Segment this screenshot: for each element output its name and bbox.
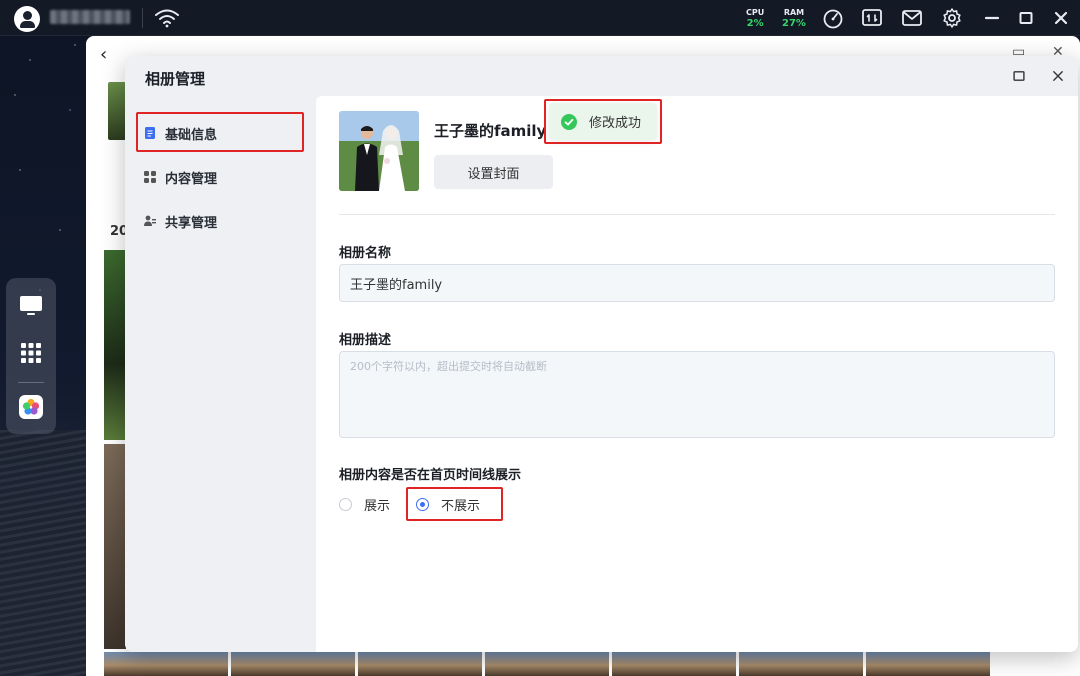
nav-item-share-management[interactable]: 共享管理 [143,207,217,235]
gear-icon[interactable] [941,7,963,29]
back-arrow-icon[interactable]: ‹ [100,44,107,65]
highlight-box [136,112,304,152]
monitor-chart-icon[interactable] [861,7,883,29]
album-management-dialog: 相册管理 基础信息 内容管理 共享管理 王子墨的family 设置封面 修改成功… [125,56,1078,652]
nav-item-content-management[interactable]: 内容管理 [143,163,217,191]
album-name-label: 相册名称 [339,246,392,261]
radio-show-circle[interactable] [339,497,352,511]
share-icon [143,214,157,228]
album-thumbnail[interactable] [108,82,126,140]
album-description-input[interactable] [339,351,1055,438]
wifi-icon[interactable] [154,8,180,28]
photo-thumb[interactable] [231,652,355,676]
monitor-icon[interactable] [18,292,44,318]
apps-grid-icon[interactable] [18,340,44,366]
cpu-stat: CPU 2% [746,8,764,29]
dialog-maximize-icon[interactable] [1009,66,1029,86]
radio-show[interactable]: 展示 [339,495,390,514]
ram-stat: RAM 27% [782,8,806,29]
photo-row [104,652,990,676]
photo-thumb[interactable] [612,652,736,676]
ram-value: 27% [782,18,806,29]
dialog-title: 相册管理 [145,70,206,88]
timeline-display-label: 相册内容是否在首页时间线展示 [339,468,522,483]
username-redacted [50,10,130,24]
photo-thumb[interactable] [104,250,126,440]
section-divider [339,214,1055,215]
cpu-label: CPU [746,8,765,17]
app-dock [6,278,56,434]
dialog-close-icon[interactable] [1048,66,1068,86]
set-cover-button[interactable]: 设置封面 [434,155,553,189]
speedometer-icon[interactable] [822,7,844,29]
photos-app-icon[interactable] [18,394,44,420]
album-description-label: 相册描述 [339,333,392,348]
highlight-box [544,99,662,144]
nav-item-label: 内容管理 [165,171,218,187]
cpu-value: 2% [746,18,764,29]
photo-thumb[interactable] [104,652,228,676]
minimize-icon[interactable] [981,7,1003,29]
photo-thumb[interactable] [485,652,609,676]
avatar[interactable] [14,6,40,32]
photo-strip [104,250,126,650]
highlight-box [406,487,503,521]
avatar-body [19,21,35,28]
topbar-divider [142,8,143,28]
mail-icon[interactable] [901,7,923,29]
album-name-input[interactable] [339,264,1055,302]
photo-thumb[interactable] [739,652,863,676]
grid-icon [143,170,157,184]
maximize-icon[interactable] [1015,7,1037,29]
photo-thumb[interactable] [104,444,126,649]
system-topbar: CPU 2% RAM 27% [0,0,1080,36]
ram-label: RAM [783,8,805,17]
album-name-heading: 王子墨的family [434,122,547,140]
close-icon[interactable] [1050,7,1072,29]
dock-separator [18,382,44,383]
basic-info-panel: 王子墨的family 设置封面 修改成功 相册名称 相册描述 相册内容是否在首页… [316,96,1078,652]
nav-item-label: 共享管理 [165,215,218,231]
album-cover-image [339,111,419,191]
radio-show-label: 展示 [364,498,391,514]
avatar-head [22,11,32,20]
photo-thumb[interactable] [866,652,990,676]
photo-thumb[interactable] [358,652,482,676]
